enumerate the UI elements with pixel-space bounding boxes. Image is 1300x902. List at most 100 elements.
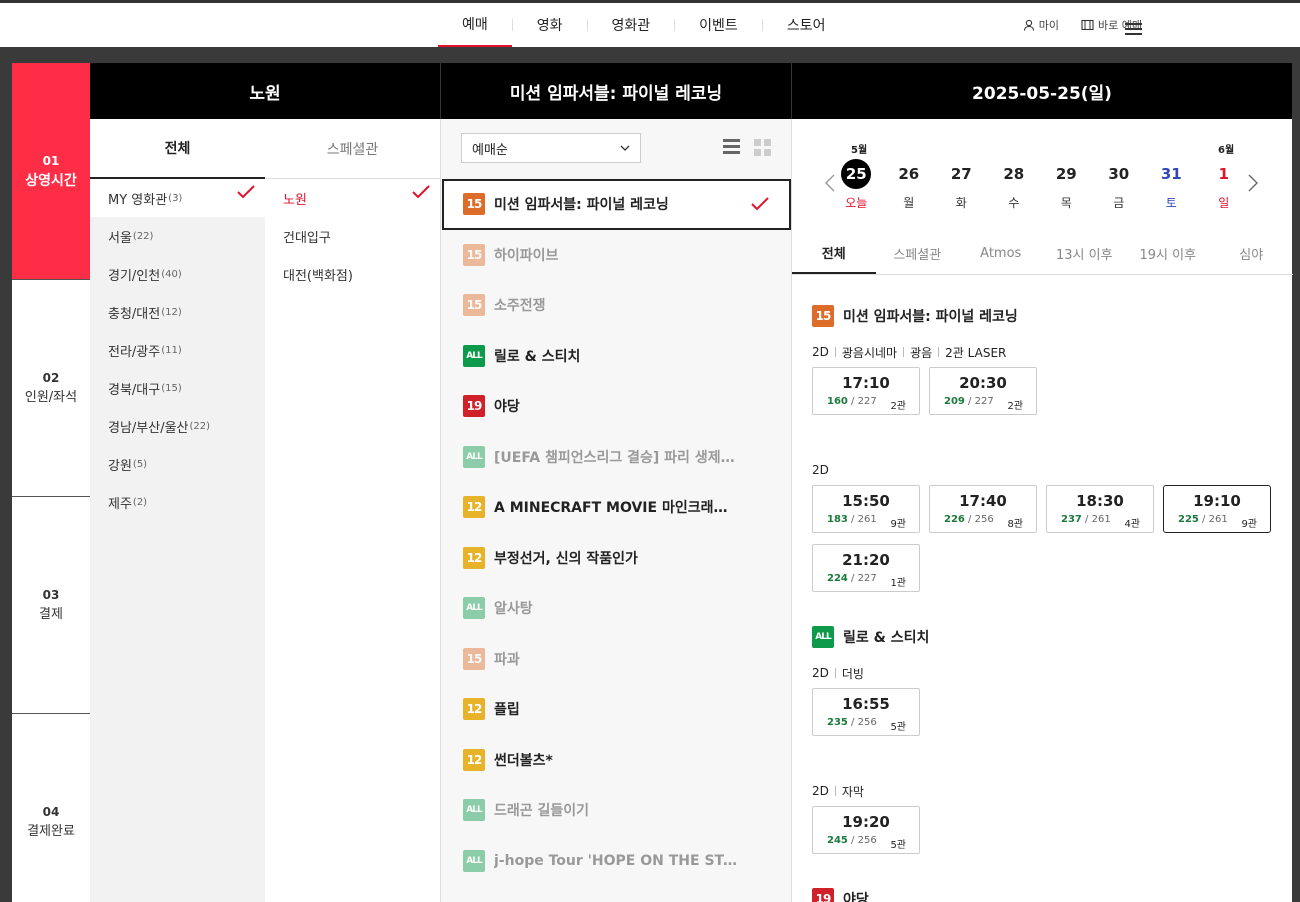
tab-all-theaters[interactable]: 전체 (90, 119, 265, 179)
region-count: (15) (161, 382, 182, 394)
showtime-slot[interactable]: 15:50 183 / 261 9관 (812, 485, 920, 533)
nav-item[interactable]: 영화관 (588, 3, 675, 47)
day-item[interactable]: 27 화 (935, 159, 988, 211)
showtime-slot[interactable]: 20:30 209 / 227 2관 (929, 367, 1037, 415)
time-tab[interactable]: 스페셜관 (876, 233, 960, 274)
theater-item[interactable]: 건대입구 (265, 217, 440, 255)
rating-15-icon: 15 (463, 294, 485, 317)
showtime-slot[interactable]: 17:40 226 / 256 8관 (929, 485, 1037, 533)
step-04[interactable]: 04 결제완료 (12, 714, 90, 902)
theater-header: 노원 (90, 63, 440, 119)
movie-item[interactable]: 12 A MINECRAFT MOVIE 마인크래프트 … (441, 482, 792, 533)
hall-name: 2관 (890, 401, 906, 412)
day-item[interactable]: 1일 (1198, 159, 1251, 211)
movie-item[interactable]: 12 썬더볼츠* (441, 735, 792, 786)
movie-item[interactable]: ALL 알사탕 (441, 583, 792, 634)
movie-item[interactable]: 15 파과 (441, 634, 792, 685)
step-02[interactable]: 02 인원/좌석 (12, 280, 90, 497)
movie-title: [UEFA 챔피언스리그 결승] 파리 생제… (494, 449, 735, 466)
movie-item[interactable]: 15 미션 임파서블: 파이널 레코닝 (442, 179, 791, 230)
day-item[interactable]: 31 토 (1145, 159, 1198, 211)
format-tag: 2관 LASER (945, 345, 1007, 360)
day-weekday: 월 (903, 196, 915, 210)
movie-item[interactable]: ALL [UEFA 챔피언스리그 결승] 파리 생제… (441, 432, 792, 483)
showtime-time: 20:30 (959, 374, 1007, 392)
hamburger-menu-icon[interactable] (1125, 23, 1142, 35)
showtime-slot[interactable]: 19:10 225 / 261 9관 (1163, 485, 1271, 533)
movie-item[interactable]: ALL j-hope Tour 'HOPE ON THE STAG… (441, 836, 792, 887)
day-item[interactable]: 25 오늘 (830, 159, 883, 211)
showtime-slot[interactable]: 19:20 245 / 256 5관 (812, 806, 920, 854)
nav-item[interactable]: 스토어 (763, 3, 850, 47)
showtime-slot[interactable]: 21:20 224 / 227 1관 (812, 544, 920, 592)
theater-item[interactable]: 노원 (265, 179, 440, 217)
day-item[interactable]: 30 금 (1093, 159, 1146, 211)
nav-item[interactable]: 영화 (513, 3, 587, 47)
region-item[interactable]: 경기/인천 (40) (90, 255, 265, 293)
time-tab[interactable]: 19시 이후 (1126, 233, 1210, 274)
step-number: 01 (42, 154, 60, 168)
movie-item[interactable]: 19 야당 (441, 381, 792, 432)
showtime-slot[interactable]: 17:10 160 / 227 2관 (812, 367, 920, 415)
region-item[interactable]: 제주 (2) (90, 483, 265, 521)
day-item[interactable]: 26 월 (883, 159, 936, 211)
showtime-slots: 16:55 235 / 256 5관 (812, 688, 1282, 736)
my-link[interactable]: 마이 (1023, 17, 1059, 33)
region-item[interactable]: 전라/광주 (11) (90, 331, 265, 369)
seat-count: 226 / 256 (944, 514, 994, 525)
theater-item[interactable]: 대전(백화점) (265, 255, 440, 293)
format-tag: 광음시네마 (841, 345, 898, 360)
movie-item[interactable]: 12 부정선거, 신의 작품인가 (441, 533, 792, 584)
showtime-time: 17:40 (959, 492, 1007, 510)
time-tab[interactable]: 13시 이후 (1043, 233, 1127, 274)
rating-15-icon: 15 (463, 193, 485, 216)
region-item[interactable]: MY 영화관 (3) (90, 179, 265, 217)
movie-item[interactable]: 15 하이파이브 (441, 230, 792, 281)
movie-item[interactable]: ALL 릴로 & 스티치 (441, 331, 792, 382)
seats-total: 256 (857, 717, 877, 728)
step-03[interactable]: 03 결제 (12, 497, 90, 714)
showtime-slot[interactable]: 18:30 237 / 261 4관 (1046, 485, 1154, 533)
sort-select[interactable]: 예매순 (461, 133, 641, 163)
format-tag: 광음 (910, 345, 933, 360)
day-item[interactable]: 29 목 (1040, 159, 1093, 211)
rating-15-icon: 15 (463, 647, 485, 670)
seats-total: 227 (857, 396, 877, 407)
region-item[interactable]: 경남/부산/울산 (22) (90, 407, 265, 445)
rating-15-icon: 15 (463, 243, 485, 266)
day-item[interactable]: 28 수 (988, 159, 1041, 211)
movie-item[interactable]: ALL 드래곤 길들이기 (441, 785, 792, 836)
region-count: (22) (132, 230, 154, 242)
grid-view-icon[interactable] (754, 139, 771, 156)
format-tag: 2D (812, 463, 829, 477)
region-item[interactable]: 충청/대전 (12) (90, 293, 265, 331)
theater-panel: 전체 스페셜관 MY 영화관 (3) 서울 (22) 경기/인천 (40) 충청/대전 (12… (90, 119, 440, 902)
seat-count: 225 / 261 (1178, 514, 1228, 525)
step-01[interactable]: 01 상영시간 (12, 63, 90, 280)
tab-special-theaters[interactable]: 스페셜관 (265, 119, 440, 179)
seats-total: 256 (857, 835, 877, 846)
sort-selected-value: 예매순 (472, 142, 508, 158)
schedule-movie-name: 야당 (843, 892, 869, 902)
region-item[interactable]: 강원 (5) (90, 445, 265, 483)
schedule-movie-name: 릴로 & 스티치 (843, 630, 930, 646)
region-item[interactable]: 경북/대구 (15) (90, 369, 265, 407)
time-tab[interactable]: Atmos (959, 233, 1043, 274)
schedule-movie-title: 19 야당 (812, 888, 1282, 902)
list-view-icon[interactable] (723, 139, 740, 155)
movie-title: 야당 (494, 399, 520, 416)
day-weekday: 오늘 (845, 196, 868, 210)
region-name: 강원 (108, 458, 132, 474)
nav-item[interactable]: 예매 (438, 3, 512, 47)
movie-item[interactable]: 12 플립 (441, 684, 792, 735)
rating-all-icon: ALL (463, 344, 485, 367)
nav-item[interactable]: 이벤트 (675, 3, 762, 47)
time-tab[interactable]: 전체 (792, 233, 876, 274)
chevron-right-icon[interactable] (1247, 173, 1259, 193)
showtime-slot[interactable]: 16:55 235 / 256 5관 (812, 688, 920, 736)
time-tab[interactable]: 심야 (1210, 233, 1294, 274)
region-item[interactable]: 서울 (22) (90, 217, 265, 255)
movie-item[interactable]: 15 소주전쟁 (441, 280, 792, 331)
hall-name: 9관 (1241, 519, 1257, 530)
